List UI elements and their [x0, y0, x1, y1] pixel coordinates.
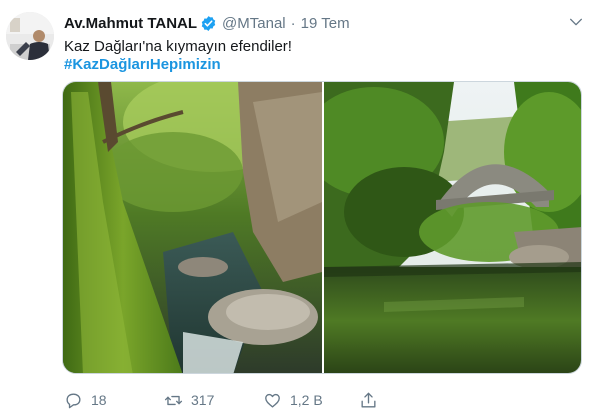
retweet-button[interactable]: 317	[164, 388, 214, 412]
photo-stone-bridge[interactable]	[304, 82, 581, 373]
reply-count: 18	[91, 392, 107, 408]
chevron-down-icon[interactable]	[568, 14, 584, 30]
tweet-actions: 18 317 1,2 B	[64, 388, 584, 412]
tweet[interactable]: Av.Mahmut TANAL @MTanal · 19 Tem Kaz Dağ…	[0, 0, 589, 418]
tweet-timestamp[interactable]: 19 Tem	[301, 15, 350, 32]
author-handle[interactable]: @MTanal	[222, 15, 286, 32]
share-icon	[361, 392, 376, 408]
share-button[interactable]	[359, 388, 378, 412]
avatar-image	[6, 12, 54, 60]
verified-badge-icon	[201, 15, 216, 31]
retweet-icon	[164, 395, 183, 405]
author-name[interactable]: Av.Mahmut TANAL	[64, 15, 197, 32]
tweet-text: Kaz Dağları'na kıymayın efendiler!	[64, 38, 292, 55]
header-separator: ·	[290, 14, 296, 32]
reply-icon	[66, 392, 81, 408]
photo-forest-stream[interactable]	[63, 82, 322, 373]
like-button[interactable]: 1,2 B	[263, 388, 323, 412]
heart-icon	[265, 393, 280, 408]
reply-button[interactable]: 18	[64, 388, 107, 412]
like-count: 1,2 B	[290, 392, 323, 408]
hashtag-link[interactable]: #KazDağlarıHepimizin	[64, 55, 221, 75]
retweet-count: 317	[191, 392, 215, 408]
avatar[interactable]	[6, 12, 54, 60]
media-grid	[62, 81, 582, 374]
tweet-header: Av.Mahmut TANAL @MTanal · 19 Tem	[64, 13, 350, 33]
